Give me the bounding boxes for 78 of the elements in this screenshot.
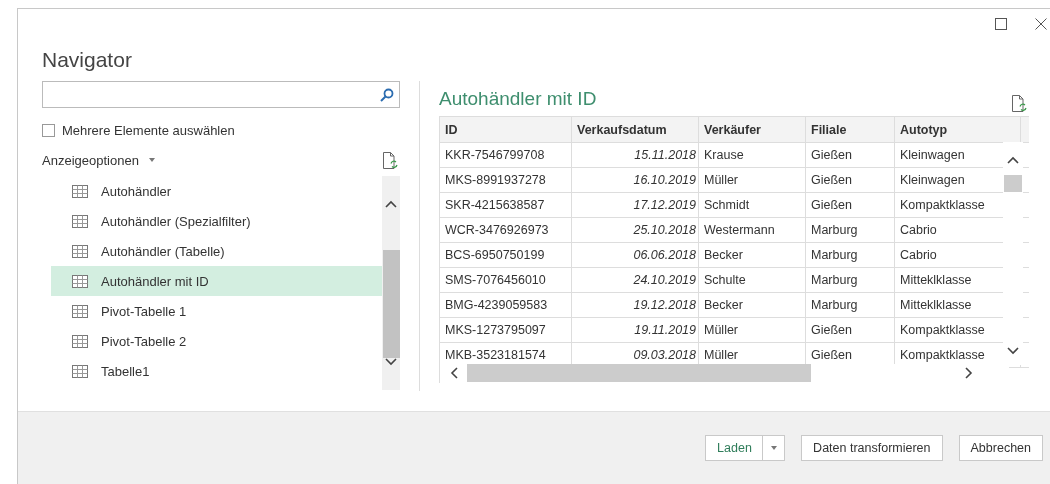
table-cell: 06.06.2018 (571, 242, 699, 268)
checkbox-label: Mehrere Elemente auswählen (62, 122, 235, 138)
scroll-down-icon[interactable] (385, 358, 397, 366)
scroll-down-icon[interactable] (1007, 347, 1019, 355)
list-item[interactable]: Autohändler (Tabelle) (51, 236, 382, 266)
table-cell: 17.12.2019 (571, 192, 699, 218)
table-cell: SMS-7076456010 (440, 267, 572, 293)
list-item[interactable]: Autohändler (Spezialfilter) (51, 206, 382, 236)
table-cell: 24.10.2019 (571, 267, 699, 293)
table-cell: Marburg (805, 267, 895, 293)
table-icon (72, 364, 88, 378)
table-cell: SKR-4215638587 (440, 192, 572, 218)
table-cell: BMG-4239059583 (440, 292, 572, 318)
display-options-dropdown[interactable]: Anzeigeoptionen (42, 152, 155, 168)
scroll-thumb[interactable] (1004, 175, 1022, 192)
table-cell: Becker (698, 292, 806, 318)
preview-title: Autohändler mit ID (439, 87, 597, 111)
table-cell: WCR-3476926973 (440, 217, 572, 243)
window-title: Navigator (42, 47, 132, 73)
table-cell: MKS-1273795097 (440, 317, 572, 343)
list-item[interactable]: Pivot-Tabelle 1 (51, 296, 382, 326)
scroll-up-icon[interactable] (1007, 156, 1019, 164)
table-icon (72, 334, 88, 348)
column-header: ID (440, 116, 572, 143)
table-cell: Becker (698, 242, 806, 268)
table-icon (72, 304, 88, 318)
refresh-icon[interactable] (382, 151, 399, 169)
table-cell: Westermann (698, 217, 806, 243)
list-item[interactable]: Autohändler mit ID (51, 266, 382, 296)
table-cell: Schulte (698, 267, 806, 293)
scroll-thumb[interactable] (382, 250, 400, 358)
scroll-left-icon[interactable] (450, 367, 458, 379)
caret-icon (148, 158, 155, 162)
list-item[interactable]: Pivot-Tabelle 2 (51, 326, 382, 356)
table-cell: Müller (698, 167, 806, 193)
table-cell: 16.10.2019 (571, 167, 699, 193)
scroll-thumb[interactable] (467, 364, 811, 382)
column-header: Filiale (805, 116, 895, 143)
table-cell: Marburg (805, 217, 895, 243)
load-button[interactable]: Laden (705, 435, 764, 461)
checkbox[interactable] (42, 123, 55, 137)
column-header: Autotyp (894, 116, 1021, 143)
table-cell: 25.10.2018 (571, 217, 699, 243)
table-cell: Müller (698, 317, 806, 343)
table-cell: KKR-7546799708 (440, 142, 572, 168)
table-cell: Gießen (805, 192, 895, 218)
scrollbar[interactable] (440, 364, 1009, 382)
column-header: Verkaufsdatum (571, 116, 699, 143)
scroll-right-icon[interactable] (965, 367, 973, 379)
dialog-button[interactable]: Abbrechen (958, 435, 1043, 461)
list-item[interactable]: Tabelle1 (51, 356, 382, 386)
table-cell: Gießen (805, 167, 895, 193)
maximize-icon[interactable] (995, 18, 1007, 30)
table-cell: Marburg (805, 292, 895, 318)
search-field[interactable] (42, 81, 400, 108)
table-icon (72, 184, 88, 198)
table-cell: 15.11.2018 (571, 142, 699, 168)
table-cell: Schmidt (698, 192, 806, 218)
table-cell: 19.11.2019 (571, 317, 699, 343)
table-cell: Gießen (805, 142, 895, 168)
table-cell: 19.12.2018 (571, 292, 699, 318)
scroll-up-icon[interactable] (385, 200, 397, 208)
table-cell: Krause (698, 142, 806, 168)
refresh-icon[interactable] (1011, 95, 1028, 112)
table-icon (72, 274, 88, 288)
caret-icon (770, 446, 777, 450)
list-item[interactable]: Autohändler (51, 176, 382, 206)
column-header: Verkäufer (698, 116, 806, 143)
table-icon (72, 214, 88, 228)
table-cell: Gießen (805, 317, 895, 343)
search-icon[interactable] (380, 87, 394, 102)
dialog-button[interactable]: Daten transformieren (801, 435, 943, 461)
close-icon[interactable] (1035, 18, 1047, 30)
scrollbar[interactable] (382, 176, 400, 390)
table-icon (72, 244, 88, 258)
table-cell: MKS-8991937278 (440, 167, 572, 193)
table-cell: BCS-6950750199 (440, 242, 572, 268)
table-cell: Marburg (805, 242, 895, 268)
